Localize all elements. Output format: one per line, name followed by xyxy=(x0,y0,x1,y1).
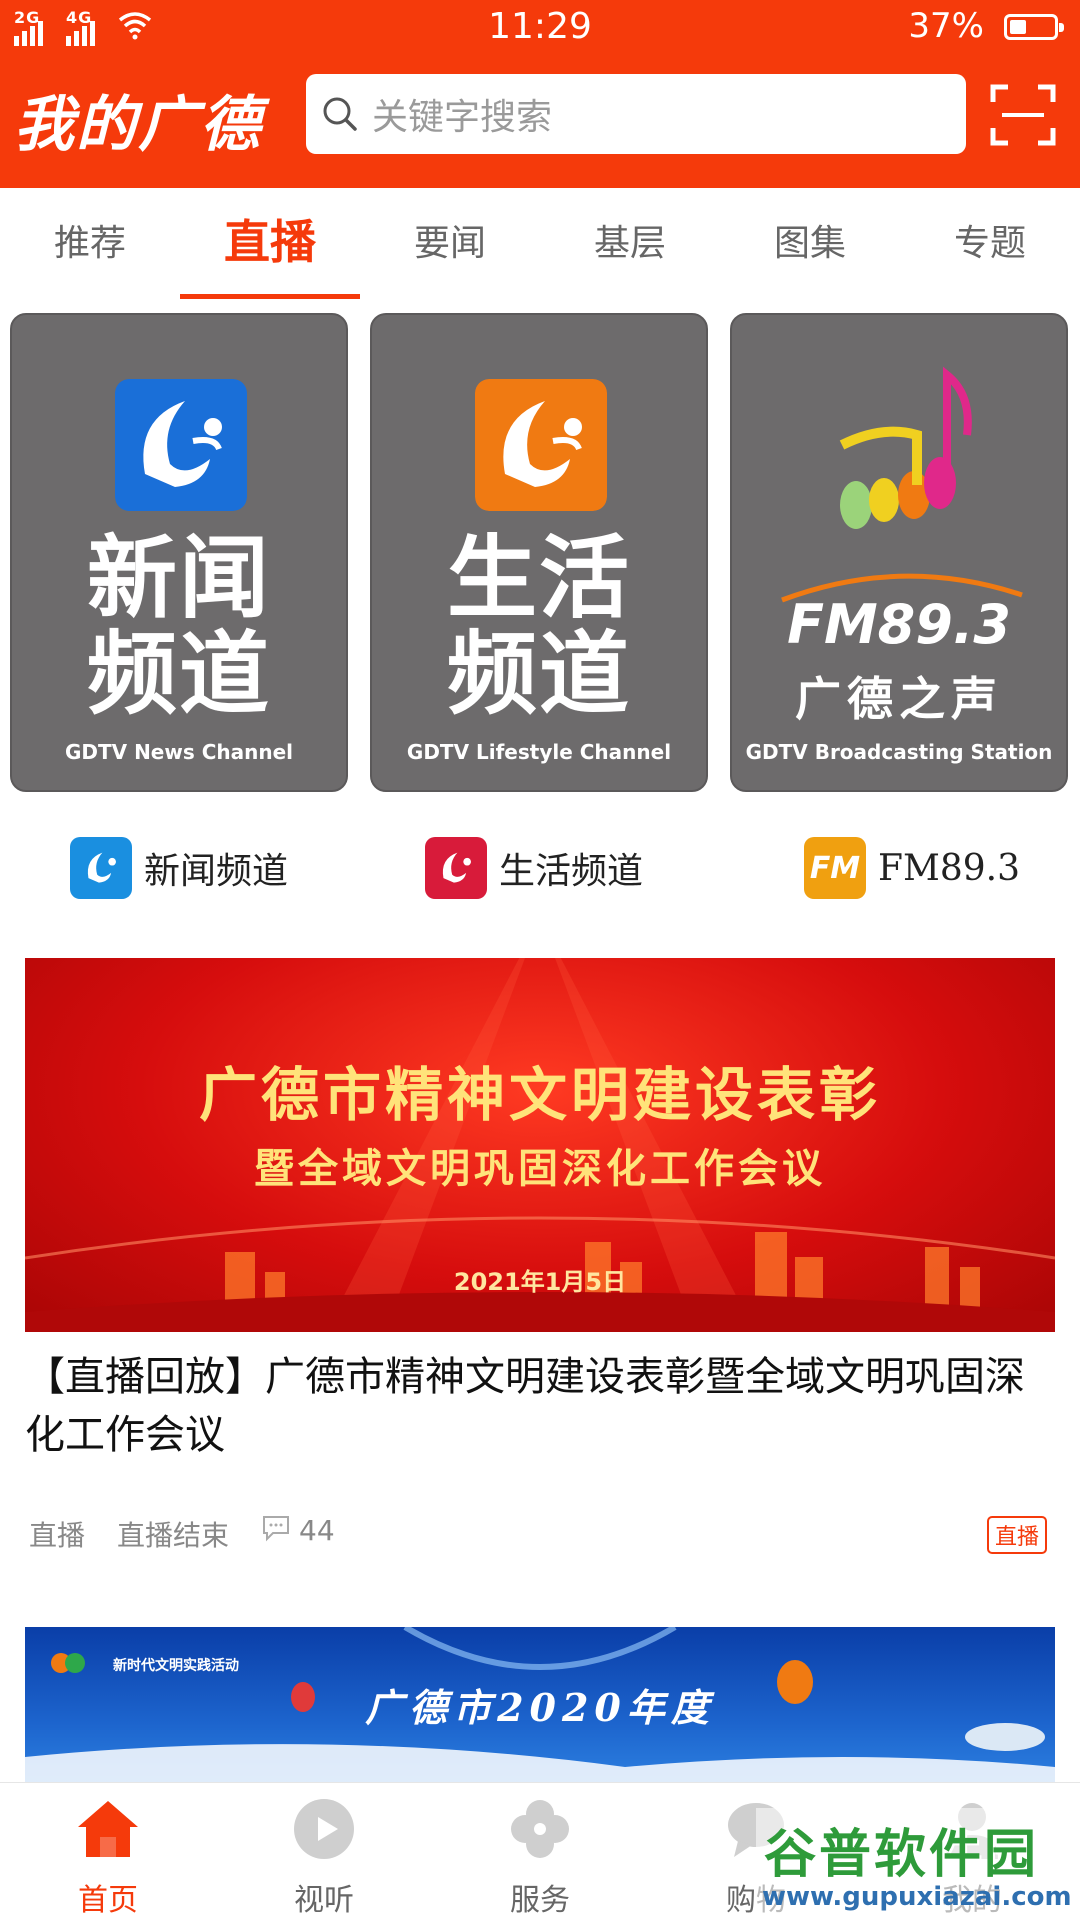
search-placeholder: 关键字搜索 xyxy=(372,97,553,138)
tab-live[interactable]: 直播 xyxy=(180,206,360,272)
home-icon xyxy=(78,1801,138,1857)
nav-services[interactable]: 服务 xyxy=(432,1783,648,1921)
app-title: 我的广德 xyxy=(14,90,262,160)
news-banner-image-2[interactable]: 新时代文明实践活动 广德市2020年度 xyxy=(25,1627,1055,1782)
quick-link-fm[interactable]: FM FM89.3 xyxy=(804,836,1020,900)
music-notes-icon xyxy=(839,366,972,529)
banner-date: 2021年1月5日 xyxy=(453,1268,627,1296)
life-channel-logo-icon xyxy=(475,379,607,511)
channel-card-fm[interactable]: FM89.3 广德之声 GDTV Broadcasting Station xyxy=(730,313,1068,792)
fm-icon: FM xyxy=(804,837,866,899)
comment-icon xyxy=(263,1516,289,1542)
tab-grassroots[interactable]: 基层 xyxy=(540,214,720,266)
category-tabs: 推荐 直播 要闻 基层 图集 专题 xyxy=(0,188,1080,300)
life-channel-icon xyxy=(425,837,487,899)
watermark-url: www.gupuxiazai.com xyxy=(762,1882,1072,1912)
live-badge: 直播 xyxy=(986,1516,1047,1554)
tab-recommend[interactable]: 推荐 xyxy=(0,214,180,266)
news-banner-image[interactable]: 广德市精神文明建设表彰 暨全域文明巩固深化工作会议 2021年1月5日 xyxy=(25,958,1055,1332)
banner-title: 广德市精神文明建设表彰 xyxy=(198,1061,881,1129)
search-icon xyxy=(323,97,357,131)
banner2-title: 广德市2020年度 xyxy=(365,1685,715,1730)
nav-home-label: 首页 xyxy=(78,1883,138,1918)
news-channel-line1: 新闻 xyxy=(87,526,271,631)
quick-link-news-label: 新闻频道 xyxy=(144,851,289,892)
play-icon xyxy=(294,1799,354,1859)
news-channel-logo-icon xyxy=(115,379,247,511)
tab-gallery[interactable]: 图集 xyxy=(720,214,900,266)
fm-station-name: 广德之声 xyxy=(795,672,1003,726)
clover-icon xyxy=(511,1800,569,1858)
fm-station-en: GDTV Broadcasting Station xyxy=(745,740,1053,764)
banner2-top-text: 新时代文明实践活动 xyxy=(113,1658,239,1674)
watermark-logo: 谷普软件园 www.gupuxiazai.com xyxy=(756,1808,1078,1916)
quick-link-life[interactable]: 生活频道 xyxy=(425,836,643,900)
quick-link-fm-label: FM89.3 xyxy=(878,847,1020,889)
quick-link-news[interactable]: 新闻频道 xyxy=(70,836,288,900)
tab-topics[interactable]: 专题 xyxy=(900,214,1080,266)
watermark-name: 谷普软件园 xyxy=(764,1825,1040,1885)
banner-subtitle: 暨全域文明巩固深化工作会议 xyxy=(254,1145,826,1192)
news-category: 直播 xyxy=(29,1519,86,1552)
tab-headlines[interactable]: 要闻 xyxy=(360,214,540,266)
active-tab-indicator xyxy=(180,294,360,299)
nav-services-label: 服务 xyxy=(510,1883,570,1918)
news-title[interactable]: 【直播回放】广德市精神文明建设表彰暨全域文明巩固深化工作会议 xyxy=(25,1348,1055,1464)
nav-media-label: 视听 xyxy=(294,1883,354,1918)
battery-icon xyxy=(1004,14,1064,40)
news-channel-en: GDTV News Channel xyxy=(64,740,294,764)
fm-frequency: FM89.3 xyxy=(787,593,1011,656)
life-channel-en: GDTV Lifestyle Channel xyxy=(406,740,672,764)
app-header: 2G 4G 11:29 37% 我的广德 关键字搜索 xyxy=(0,0,1080,188)
battery-fill xyxy=(1010,20,1026,34)
nav-media[interactable]: 视听 xyxy=(216,1783,432,1921)
life-channel-line1: 生活 xyxy=(447,526,631,631)
battery-percent: 37% xyxy=(908,6,984,46)
scan-icon[interactable] xyxy=(990,84,1056,146)
quick-link-life-label: 生活频道 xyxy=(499,851,644,892)
nav-home[interactable]: 首页 xyxy=(0,1783,216,1921)
news-meta: 直播 直播结束 44 直播 xyxy=(25,1512,1055,1554)
news-channel-line2: 频道 xyxy=(87,622,271,727)
status-bar: 2G 4G 11:29 37% xyxy=(0,0,1080,56)
life-channel-line2: 频道 xyxy=(447,622,631,727)
news-channel-icon xyxy=(70,837,132,899)
news-status: 直播结束 xyxy=(117,1519,230,1552)
comment-count: 44 xyxy=(299,1514,335,1547)
channel-card-news[interactable]: 新闻 频道 GDTV News Channel xyxy=(10,313,348,792)
channel-card-life[interactable]: 生活 频道 GDTV Lifestyle Channel xyxy=(370,313,708,792)
search-input[interactable]: 关键字搜索 xyxy=(306,74,966,154)
